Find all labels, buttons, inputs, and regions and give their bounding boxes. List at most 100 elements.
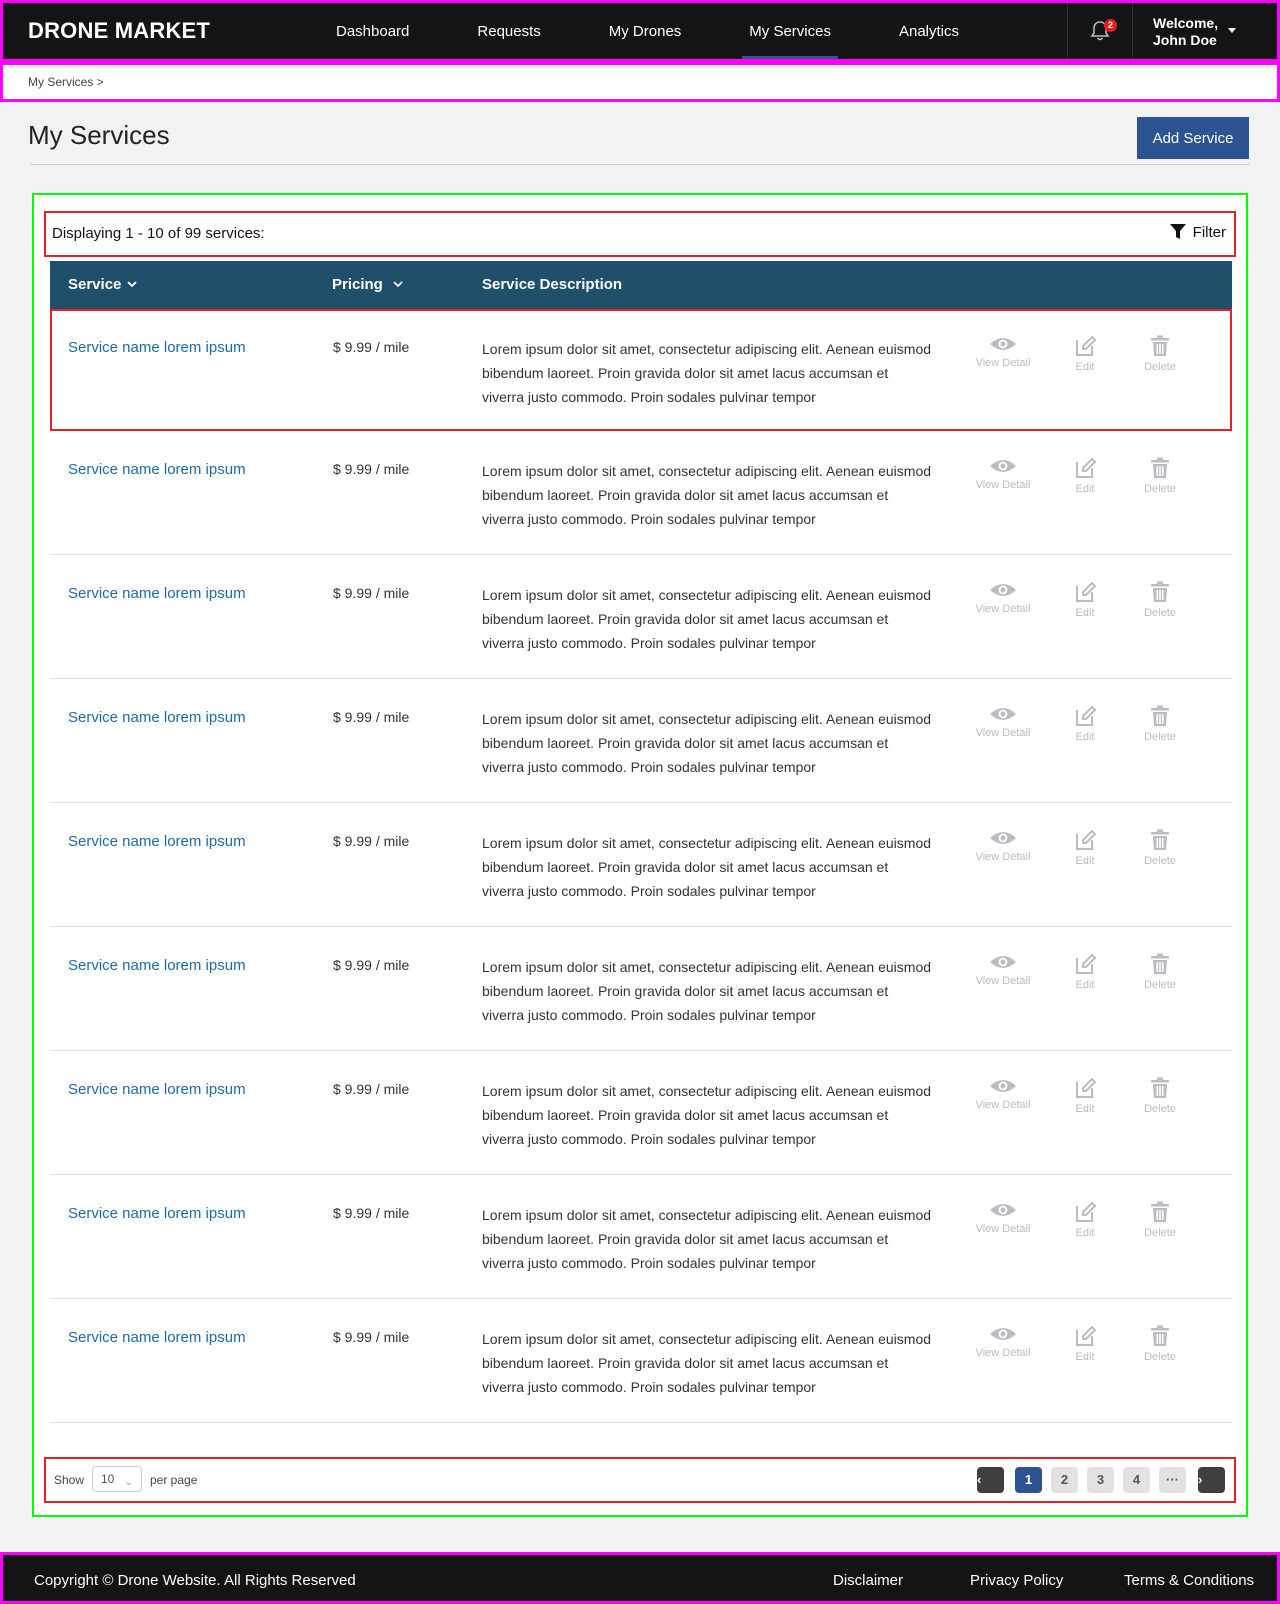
delete-button[interactable]: Delete bbox=[1125, 581, 1195, 619]
notifications-button[interactable]: 2 bbox=[1067, 3, 1133, 59]
per-page-select[interactable]: 10 ⌄ bbox=[92, 1466, 142, 1492]
column-service-label: Service bbox=[68, 276, 122, 293]
eye-icon bbox=[990, 1204, 1016, 1216]
edit-icon bbox=[1076, 581, 1096, 602]
footer-link-privacy-policy[interactable]: Privacy Policy bbox=[970, 1572, 1063, 1589]
pagination-bar: Show 10 ⌄ per page ‹ 1 2 3 4 ··· › bbox=[44, 1457, 1236, 1503]
delete-button[interactable]: Delete bbox=[1125, 1325, 1195, 1363]
delete-label: Delete bbox=[1144, 731, 1176, 743]
nav-dashboard[interactable]: Dashboard bbox=[329, 3, 416, 59]
delete-button[interactable]: Delete bbox=[1125, 705, 1195, 743]
footer-link-disclaimer[interactable]: Disclaimer bbox=[833, 1572, 903, 1589]
nav-requests[interactable]: Requests bbox=[470, 3, 547, 59]
trash-icon bbox=[1151, 457, 1169, 478]
edit-button[interactable]: Edit bbox=[1050, 953, 1120, 991]
edit-button[interactable]: Edit bbox=[1050, 581, 1120, 619]
column-service-sort[interactable]: Service bbox=[68, 276, 138, 293]
edit-label: Edit bbox=[1075, 483, 1095, 495]
delete-label: Delete bbox=[1144, 1351, 1176, 1363]
table-header: Service Pricing Service Description bbox=[50, 261, 1232, 309]
view-detail-button[interactable]: View Detail bbox=[968, 953, 1038, 987]
welcome-text: Welcome, bbox=[1153, 15, 1219, 31]
service-name-link[interactable]: Service name lorem ipsum bbox=[68, 709, 246, 726]
service-price: $ 9.99 / mile bbox=[333, 1081, 410, 1097]
caret-down-icon[interactable] bbox=[1228, 28, 1236, 33]
column-pricing-sort[interactable]: Pricing bbox=[332, 276, 403, 293]
delete-button[interactable]: Delete bbox=[1125, 335, 1195, 373]
view-detail-button[interactable]: View Detail bbox=[968, 829, 1038, 863]
edit-button[interactable]: Edit bbox=[1050, 705, 1120, 743]
nav-analytics[interactable]: Analytics bbox=[892, 3, 966, 59]
trash-icon bbox=[1151, 953, 1169, 974]
user-name: John Doe bbox=[1153, 32, 1217, 48]
view-detail-label: View Detail bbox=[975, 603, 1031, 615]
column-description: Service Description bbox=[482, 276, 622, 293]
service-price: $ 9.99 / mile bbox=[333, 585, 410, 601]
page-3-button[interactable]: 3 bbox=[1087, 1467, 1114, 1493]
more-pages-button[interactable]: ··· bbox=[1159, 1467, 1186, 1493]
view-detail-label: View Detail bbox=[975, 1099, 1031, 1111]
eye-icon bbox=[990, 338, 1016, 350]
filter-button[interactable]: Filter bbox=[1169, 223, 1226, 241]
edit-label: Edit bbox=[1075, 1351, 1095, 1363]
prev-page-button[interactable]: ‹ bbox=[977, 1467, 1004, 1493]
nav-my-services[interactable]: My Services bbox=[742, 3, 838, 59]
footer: Copyright © Drone Website. All Rights Re… bbox=[0, 1552, 1280, 1604]
edit-button[interactable]: Edit bbox=[1050, 829, 1120, 867]
view-detail-button[interactable]: View Detail bbox=[968, 1077, 1038, 1111]
edit-button[interactable]: Edit bbox=[1050, 457, 1120, 495]
delete-button[interactable]: Delete bbox=[1125, 953, 1195, 991]
page-2-button[interactable]: 2 bbox=[1051, 1467, 1078, 1493]
delete-button[interactable]: Delete bbox=[1125, 829, 1195, 867]
edit-icon bbox=[1076, 1325, 1096, 1346]
view-detail-button[interactable]: View Detail bbox=[968, 705, 1038, 739]
edit-button[interactable]: Edit bbox=[1050, 1077, 1120, 1115]
view-detail-button[interactable]: View Detail bbox=[968, 457, 1038, 491]
edit-button[interactable]: Edit bbox=[1050, 1201, 1120, 1239]
service-price: $ 9.99 / mile bbox=[333, 339, 410, 355]
delete-button[interactable]: Delete bbox=[1125, 1077, 1195, 1115]
service-name-link[interactable]: Service name lorem ipsum bbox=[68, 339, 246, 356]
trash-icon bbox=[1151, 335, 1169, 356]
table-row: Service name lorem ipsum $ 9.99 / mile Lor… bbox=[50, 1175, 1232, 1299]
service-name-link[interactable]: Service name lorem ipsum bbox=[68, 585, 246, 602]
delete-button[interactable]: Delete bbox=[1125, 457, 1195, 495]
service-name-link[interactable]: Service name lorem ipsum bbox=[68, 1329, 246, 1346]
breadcrumb-item-my-services[interactable]: My Services > bbox=[28, 75, 104, 89]
page-1-button[interactable]: 1 bbox=[1015, 1467, 1042, 1493]
service-name-link[interactable]: Service name lorem ipsum bbox=[68, 957, 246, 974]
delete-label: Delete bbox=[1144, 855, 1176, 867]
edit-label: Edit bbox=[1075, 1227, 1095, 1239]
service-description: Lorem ipsum dolor sit amet, consectetur … bbox=[482, 1207, 932, 1271]
service-name-link[interactable]: Service name lorem ipsum bbox=[68, 1205, 246, 1222]
logo[interactable]: DRONE MARKET bbox=[28, 18, 210, 44]
delete-label: Delete bbox=[1144, 1227, 1176, 1239]
page-4-button[interactable]: 4 bbox=[1123, 1467, 1150, 1493]
view-detail-button[interactable]: View Detail bbox=[968, 1325, 1038, 1359]
edit-button[interactable]: Edit bbox=[1050, 335, 1120, 373]
next-page-button[interactable]: › bbox=[1198, 1467, 1225, 1493]
chevron-down-icon bbox=[393, 281, 403, 288]
service-description: Lorem ipsum dolor sit amet, consectetur … bbox=[482, 463, 932, 527]
delete-label: Delete bbox=[1144, 361, 1176, 373]
filter-label: Filter bbox=[1192, 223, 1226, 241]
edit-button[interactable]: Edit bbox=[1050, 1325, 1120, 1363]
view-detail-button[interactable]: View Detail bbox=[968, 335, 1038, 369]
service-description: Lorem ipsum dolor sit amet, consectetur … bbox=[482, 1331, 932, 1395]
footer-link-terms[interactable]: Terms & Conditions bbox=[1124, 1572, 1254, 1589]
view-detail-button[interactable]: View Detail bbox=[968, 581, 1038, 615]
service-name-link[interactable]: Service name lorem ipsum bbox=[68, 1081, 246, 1098]
delete-button[interactable]: Delete bbox=[1125, 1201, 1195, 1239]
table-row: Service name lorem ipsum $ 9.99 / mile Lor… bbox=[50, 309, 1232, 431]
service-name-link[interactable]: Service name lorem ipsum bbox=[68, 833, 246, 850]
service-name-link[interactable]: Service name lorem ipsum bbox=[68, 461, 246, 478]
user-menu[interactable]: Welcome, John Doe bbox=[1153, 15, 1218, 49]
view-detail-label: View Detail bbox=[975, 1223, 1031, 1235]
add-service-button[interactable]: Add Service bbox=[1137, 117, 1249, 159]
show-label: Show bbox=[54, 1473, 85, 1487]
eye-icon bbox=[990, 1080, 1016, 1092]
view-detail-label: View Detail bbox=[975, 975, 1031, 987]
nav-my-drones[interactable]: My Drones bbox=[602, 3, 689, 59]
table-row: Service name lorem ipsum $ 9.99 / mile Lor… bbox=[50, 431, 1232, 555]
view-detail-button[interactable]: View Detail bbox=[968, 1201, 1038, 1235]
